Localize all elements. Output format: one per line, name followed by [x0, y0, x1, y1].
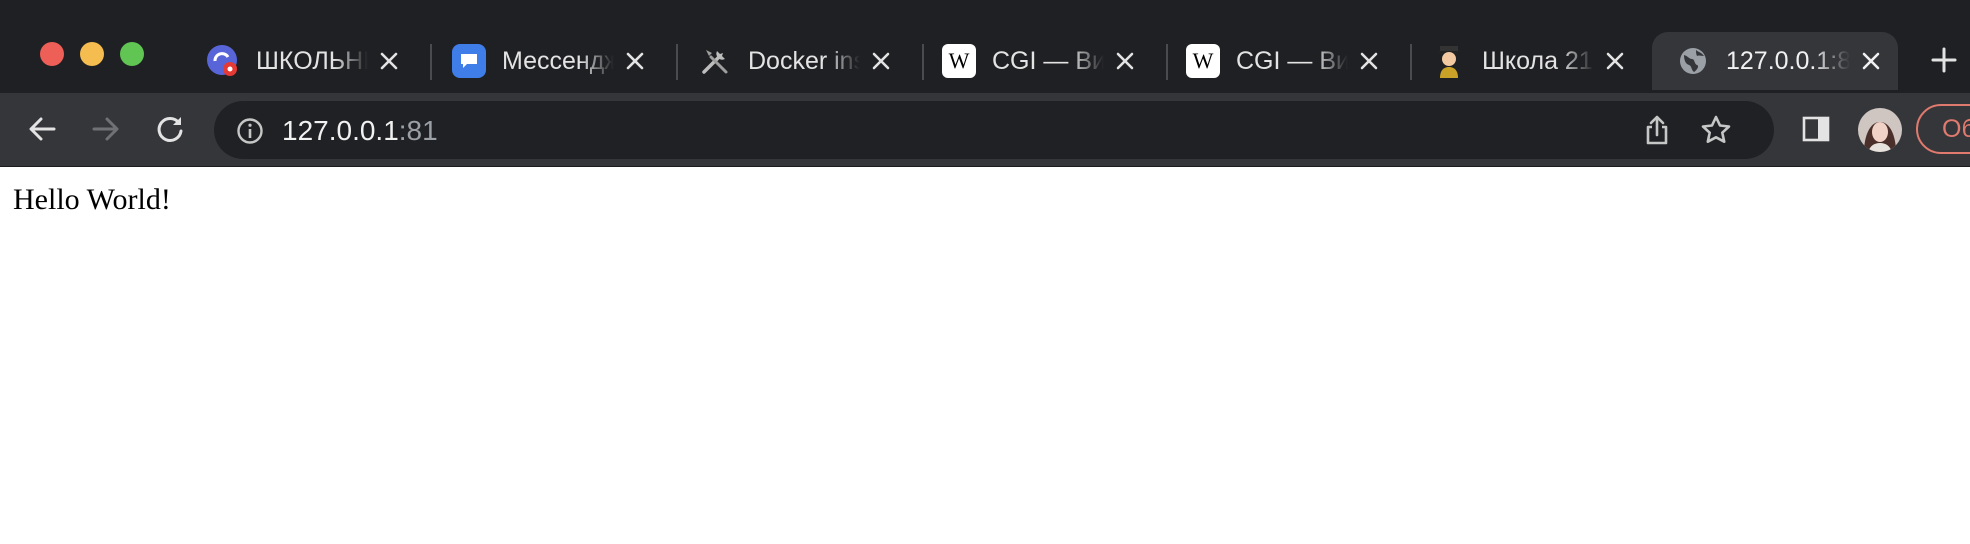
tab-messenger[interactable]: Мессенджер: [452, 32, 662, 90]
profile-update-button[interactable]: Обновить: [1916, 104, 1970, 154]
tab-title: ШКОЛЬНИК: [256, 46, 368, 75]
close-window-icon[interactable]: [40, 42, 64, 66]
tab-wikipedia-1[interactable]: W CGI — Википедия: [942, 32, 1152, 90]
tab-title: Мессенджер: [502, 46, 614, 75]
svg-text:W: W: [1193, 48, 1214, 73]
tab-title: CGI — Википедия: [1236, 46, 1348, 75]
forward-arrow-icon[interactable]: [84, 107, 128, 151]
close-icon[interactable]: [868, 48, 894, 74]
close-icon[interactable]: [1356, 48, 1382, 74]
browser-window: ШКОЛЬНИК Мессенджер: [0, 0, 1970, 544]
url-text[interactable]: 127.0.0.1:81: [282, 114, 438, 148]
wikipedia-icon: W: [1186, 44, 1220, 78]
tab-separator: [676, 44, 678, 80]
maximize-window-icon[interactable]: [120, 42, 144, 66]
back-arrow-icon[interactable]: [20, 107, 64, 151]
url-host: 127.0.0.1: [282, 115, 399, 146]
minimize-window-icon[interactable]: [80, 42, 104, 66]
bookmark-star-icon[interactable]: [1700, 114, 1732, 151]
tab-wikipedia-2[interactable]: W CGI — Википедия: [1186, 32, 1396, 90]
tab-title: Docker install: [748, 46, 860, 75]
profile-update-label: Обновить: [1942, 115, 1970, 143]
school21-icon: [1432, 44, 1466, 78]
close-icon[interactable]: [622, 48, 648, 74]
reload-icon[interactable]: [148, 107, 192, 151]
close-icon[interactable]: [1112, 48, 1138, 74]
side-panel-icon[interactable]: [1794, 107, 1838, 151]
tab-separator: [430, 44, 432, 80]
site-info-icon[interactable]: [236, 117, 264, 145]
page-content: Hello World!: [0, 167, 1970, 544]
address-bar[interactable]: 127.0.0.1:81: [214, 101, 1774, 159]
close-icon[interactable]: [1858, 48, 1884, 74]
tools-icon: [698, 44, 732, 78]
tab-title: Школа 21: [1482, 46, 1593, 75]
close-icon[interactable]: [376, 48, 402, 74]
avatar[interactable]: [1858, 108, 1902, 152]
share-icon[interactable]: [1642, 114, 1672, 151]
tab-school21[interactable]: Школа 21: [1432, 32, 1642, 90]
tab-localhost[interactable]: 127.0.0.1:81: [1652, 32, 1898, 90]
tab-separator: [922, 44, 924, 80]
globe-icon: [1676, 44, 1710, 78]
tab-school[interactable]: ШКОЛЬНИК: [206, 32, 416, 90]
toolbar: 127.0.0.1:81 О: [0, 93, 1970, 167]
tab-separator: [1166, 44, 1168, 80]
school-app-icon: [206, 44, 240, 78]
tab-separator: [1410, 44, 1412, 80]
new-tab-icon[interactable]: [1924, 40, 1964, 80]
chat-bubble-icon: [452, 44, 486, 78]
tab-title: CGI — Википедия: [992, 46, 1104, 75]
wikipedia-icon: W: [942, 44, 976, 78]
tab-title: 127.0.0.1:81: [1726, 46, 1850, 75]
close-icon[interactable]: [1602, 48, 1628, 74]
tab-strip: ШКОЛЬНИК Мессенджер: [0, 0, 1970, 93]
svg-text:W: W: [949, 48, 970, 73]
page-text: Hello World!: [13, 183, 171, 216]
tab-docker[interactable]: Docker install: [698, 32, 908, 90]
url-port: :81: [398, 115, 438, 146]
